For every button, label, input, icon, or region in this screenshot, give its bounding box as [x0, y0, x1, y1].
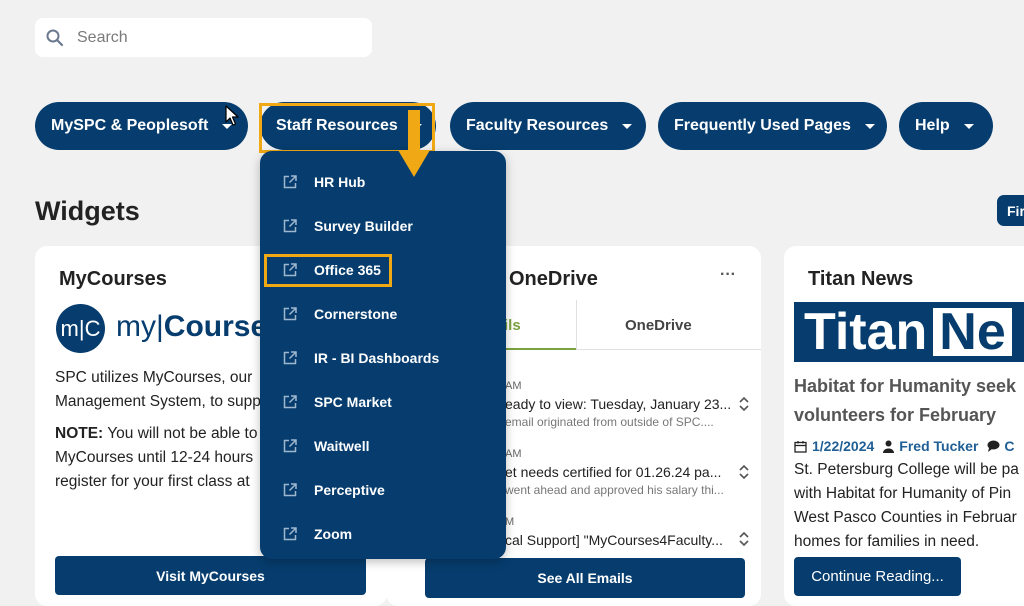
dropdown-item-label: Perceptive — [314, 482, 385, 498]
more-options-icon[interactable]: ··· — [720, 266, 736, 284]
nav-myspc-peoplesoft[interactable]: MySPC & Peoplesoft — [35, 102, 248, 150]
external-link-icon — [283, 219, 297, 233]
tab-onedrive[interactable]: OneDrive — [625, 317, 692, 334]
onedrive-title: OneDrive — [509, 268, 598, 290]
news-headline[interactable]: Habitat for Humanity seek volunteers for… — [794, 372, 1016, 430]
expand-toggle-icon[interactable] — [739, 531, 749, 547]
tab-divider — [576, 300, 577, 350]
dropdown-item-ir-bi-dashboards[interactable]: IR - BI Dashboards — [282, 343, 439, 373]
dropdown-item-zoom[interactable]: Zoom — [282, 519, 352, 549]
external-link-icon — [283, 527, 297, 541]
email-time: AM — [505, 380, 522, 392]
dropdown-item-hr-hub[interactable]: HR Hub — [282, 167, 365, 197]
titan-news-title: Titan News — [808, 268, 914, 290]
email-subject[interactable]: et needs certified for 01.26.24 pa... — [505, 464, 721, 480]
mycourses-note: NOTE: You will not be able to MyCourses … — [55, 425, 258, 490]
tab-baseline — [576, 349, 761, 350]
titan-news-banner: Titan Ne — [794, 302, 1024, 362]
email-time: AM — [505, 448, 522, 460]
external-link-icon — [283, 175, 297, 189]
expand-toggle-icon[interactable] — [739, 396, 749, 412]
email-time: M — [505, 516, 515, 528]
email-preview: email originated from outside of SPC.... — [505, 415, 714, 429]
nav-label: Frequently Used Pages — [674, 117, 851, 134]
mycourses-description: SPC utilizes MyCourses, our Management S… — [55, 369, 261, 410]
news-body: St. Petersburg College will be pa with H… — [794, 461, 1019, 550]
dropdown-item-spc-market[interactable]: SPC Market — [282, 387, 392, 417]
nav-help[interactable]: Help — [899, 102, 993, 150]
visit-mycourses-button[interactable]: Visit MyCourses — [55, 556, 366, 595]
email-preview: went ahead and approved his salary thi..… — [505, 483, 724, 497]
email-subject[interactable]: cal Support] "MyCourses4Faculty... — [505, 532, 723, 548]
news-comments[interactable]: C — [1004, 438, 1014, 454]
expand-toggle-icon[interactable] — [739, 464, 749, 480]
widgets-heading: Widgets — [35, 196, 140, 226]
dropdown-item-waitwell[interactable]: Waitwell — [282, 431, 370, 461]
external-link-icon — [283, 307, 297, 321]
mycourses-logo-word: my|Courses — [116, 310, 284, 343]
nav-label: MySPC & Peoplesoft — [51, 117, 209, 134]
see-all-emails-button[interactable]: See All Emails — [425, 558, 745, 598]
dropdown-item-cornerstone[interactable]: Cornerstone — [282, 299, 397, 329]
search-box[interactable] — [35, 18, 372, 57]
chevron-down-icon — [864, 123, 875, 129]
nav-label: Faculty Resources — [466, 117, 609, 134]
search-input[interactable] — [75, 27, 359, 48]
mouse-cursor-icon — [225, 105, 239, 126]
nav-label: Help — [915, 117, 950, 134]
annotation-arrow-icon — [398, 110, 430, 177]
find-widgets-button[interactable]: Fir — [997, 195, 1024, 226]
external-link-icon — [283, 351, 297, 365]
external-link-icon — [283, 483, 297, 497]
chevron-down-icon — [622, 123, 633, 129]
dropdown-item-survey-builder[interactable]: Survey Builder — [282, 211, 413, 241]
nav-faculty-resources[interactable]: Faculty Resources — [450, 102, 646, 150]
search-icon — [46, 29, 64, 46]
news-author[interactable]: Fred Tucker — [899, 438, 978, 454]
dropdown-item-label: IR - BI Dashboards — [314, 350, 440, 366]
continue-reading-button[interactable]: Continue Reading... — [794, 557, 961, 596]
comment-icon — [987, 440, 1000, 452]
calendar-icon — [794, 440, 807, 453]
dropdown-item-label: SPC Market — [314, 394, 392, 410]
user-icon — [883, 440, 895, 453]
dropdown-item-label: Cornerstone — [314, 306, 398, 322]
tab-emails[interactable]: ils — [504, 317, 521, 334]
dropdown-item-label: Zoom — [314, 526, 353, 542]
email-subject[interactable]: eady to view: Tuesday, January 23... — [505, 396, 731, 412]
mycourses-title: MyCourses — [59, 268, 167, 290]
mycourses-logo-mark: m|C — [56, 304, 105, 353]
external-link-icon — [283, 395, 297, 409]
news-meta: 1/22/2024 Fred Tucker C — [794, 438, 1015, 454]
chevron-down-icon — [963, 123, 974, 129]
news-date[interactable]: 1/22/2024 — [812, 438, 874, 454]
dropdown-item-label: Survey Builder — [314, 218, 413, 234]
highlight-box — [264, 254, 392, 287]
dropdown-item-label: HR Hub — [314, 174, 366, 190]
dropdown-item-label: Waitwell — [314, 438, 370, 454]
dropdown-item-perceptive[interactable]: Perceptive — [282, 475, 385, 505]
nav-frequently-used-pages[interactable]: Frequently Used Pages — [658, 102, 887, 150]
external-link-icon — [283, 439, 297, 453]
